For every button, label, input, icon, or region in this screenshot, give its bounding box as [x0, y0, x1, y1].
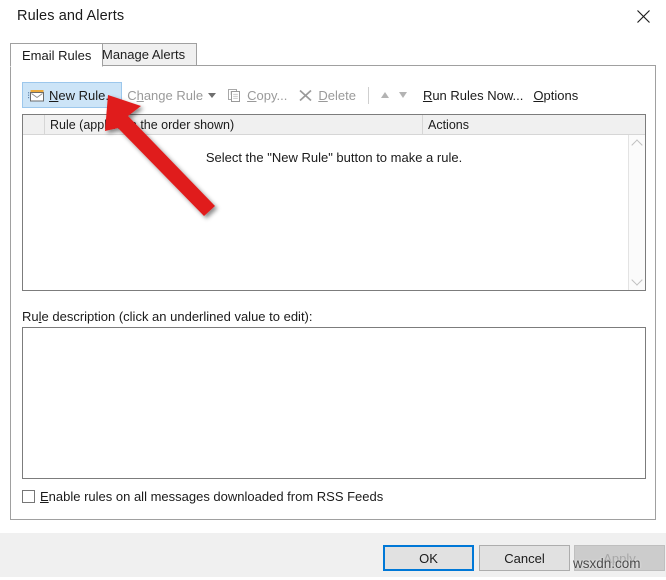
tab-manage-alerts[interactable]: Manage Alerts [90, 43, 198, 66]
rules-list-header: Rule (applied in the order shown) Action… [23, 115, 645, 135]
change-rule-button[interactable]: Change Rule [122, 82, 221, 108]
rules-list[interactable]: Rule (applied in the order shown) Action… [22, 114, 646, 291]
rules-list-body[interactable]: Select the "New Rule" button to make a r… [23, 135, 645, 290]
rss-rules-checkbox[interactable] [22, 490, 35, 503]
page-title: Rules and Alerts [17, 8, 125, 24]
email-rules-panel: New Rule... Change Rule Copy... Delete R… [10, 65, 656, 520]
rules-list-empty-message: Select the "New Rule" button to make a r… [205, 150, 463, 165]
new-rule-label: New Rule... [49, 87, 117, 103]
rule-description-label: Rule description (click an underlined va… [22, 309, 313, 324]
rules-toolbar: New Rule... Change Rule Copy... Delete R… [22, 81, 583, 109]
column-header-checkbox[interactable] [23, 115, 45, 134]
options-button[interactable]: Options [528, 82, 583, 108]
move-down-button[interactable] [394, 82, 412, 108]
run-rules-now-label: Run Rules Now... [422, 87, 524, 103]
column-header-rule[interactable]: Rule (applied in the order shown) [45, 115, 423, 134]
copy-button[interactable]: Copy... [221, 82, 292, 108]
scroll-down-button[interactable] [629, 273, 645, 290]
new-rule-envelope-icon [28, 87, 45, 104]
chevron-down-icon [631, 274, 643, 286]
triangle-up-icon [380, 92, 389, 98]
dialog-footer: OK Cancel Apply [0, 533, 666, 577]
rss-rules-checkbox-row[interactable]: Enable rules on all messages downloaded … [22, 489, 383, 504]
tab-strip: Email Rules Manage Alerts [10, 43, 656, 67]
chevron-up-icon [631, 139, 643, 151]
change-rule-label: Change Rule [127, 87, 204, 103]
column-header-actions[interactable]: Actions [423, 115, 645, 134]
close-icon [636, 9, 651, 24]
x-delete-icon [297, 87, 314, 104]
scroll-up-button[interactable] [629, 135, 645, 152]
toolbar-separator [367, 86, 369, 104]
copy-pages-icon [226, 87, 243, 104]
options-label: Options [533, 87, 579, 103]
tab-manage-alerts-label: Manage Alerts [102, 47, 186, 62]
tab-email-rules[interactable]: Email Rules [10, 43, 104, 67]
delete-button[interactable]: Delete [292, 82, 361, 108]
triangle-down-icon [398, 92, 407, 98]
rule-description-box[interactable] [22, 327, 646, 479]
move-up-button[interactable] [376, 82, 394, 108]
new-rule-button[interactable]: New Rule... [22, 82, 123, 108]
run-rules-now-button[interactable]: Run Rules Now... [418, 82, 528, 108]
cancel-button[interactable]: Cancel [479, 545, 570, 571]
title-bar: Rules and Alerts [0, 0, 666, 33]
chevron-down-icon [208, 92, 217, 98]
close-button[interactable] [620, 0, 666, 33]
rss-rules-checkbox-label: Enable rules on all messages downloaded … [40, 489, 384, 504]
rules-list-scrollbar[interactable] [628, 135, 645, 290]
tab-email-rules-label: Email Rules [22, 47, 92, 63]
delete-label: Delete [318, 87, 356, 103]
ok-button[interactable]: OK [383, 545, 474, 571]
apply-button: Apply [574, 545, 665, 571]
copy-label: Copy... [247, 87, 288, 103]
